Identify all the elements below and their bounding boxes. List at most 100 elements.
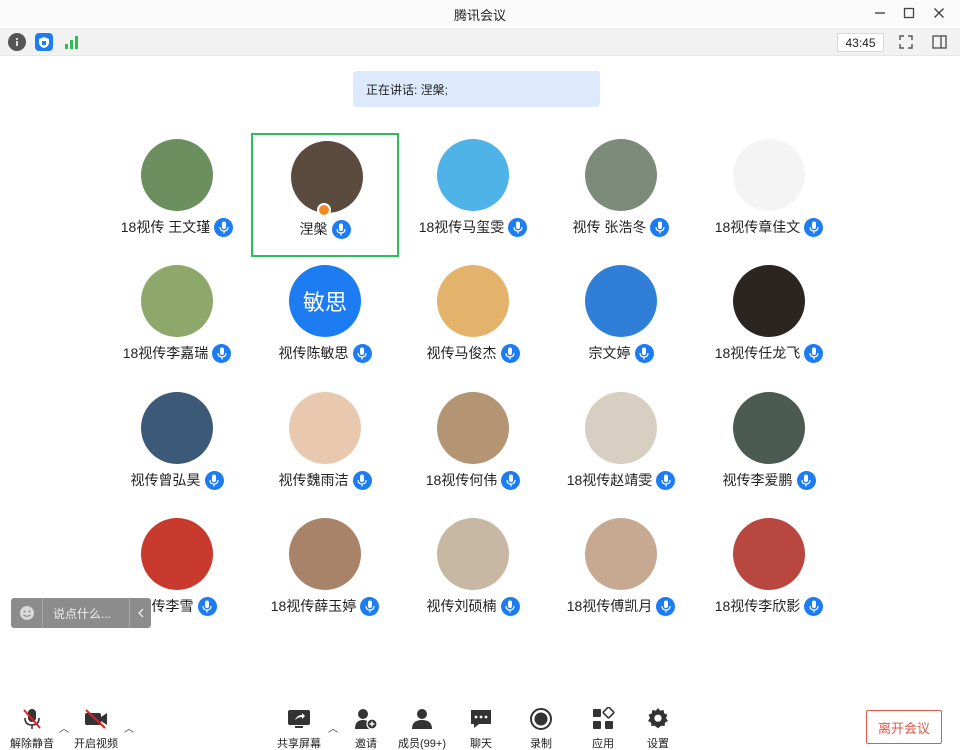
avatar xyxy=(141,265,213,337)
mic-icon xyxy=(500,596,520,616)
participant-name-row: 18视传任龙飞 xyxy=(685,343,853,363)
mic-icon xyxy=(804,596,824,616)
participant-tile[interactable]: 18视传何伟 xyxy=(399,386,547,510)
participant-name-row: 18视传李欣影 xyxy=(685,596,853,616)
participant-tile[interactable]: 涅槃 xyxy=(251,133,399,257)
bottom-toolbar: 解除静音 ︿ 开启视频 ︿ 共享屏幕 ︿ 邀请 成员(99+) 聊天 录制 应用… xyxy=(0,700,960,750)
participant-tile[interactable]: 宗文婷 xyxy=(547,259,695,383)
unmute-button[interactable]: 解除静音 xyxy=(0,707,64,750)
start-video-button[interactable]: 开启视频 xyxy=(64,707,128,750)
participant-tile[interactable]: 18视传李嘉瑞 xyxy=(103,259,251,383)
settings-label: 设置 xyxy=(647,738,669,750)
avatar xyxy=(585,265,657,337)
meeting-timer: 43:45 xyxy=(837,33,884,52)
mic-icon xyxy=(804,343,824,363)
mic-icon xyxy=(331,219,351,239)
signal-bars-icon[interactable] xyxy=(63,33,81,51)
avatar xyxy=(733,518,805,590)
participant-tile[interactable]: 18视传 王文瑾 xyxy=(103,133,251,257)
members-icon xyxy=(409,707,435,731)
participant-name: 视传魏雨洁 xyxy=(278,472,349,488)
members-button[interactable]: 成员(99+) xyxy=(390,707,454,750)
mic-icon xyxy=(804,217,824,237)
participant-tile[interactable]: 18视传章佳文 xyxy=(695,133,843,257)
participant-name-row: 视传魏雨洁 xyxy=(241,470,409,490)
camera-off-icon xyxy=(83,707,109,731)
avatar xyxy=(733,392,805,464)
participant-name: 18视传李嘉瑞 xyxy=(122,345,209,361)
invite-label: 邀请 xyxy=(355,738,377,750)
avatar xyxy=(585,518,657,590)
participant-tile[interactable]: 18视传傅凯月 xyxy=(547,512,695,636)
chat-quick-input[interactable]: 说点什么... xyxy=(11,598,151,628)
chat-bubble-icon xyxy=(468,707,494,731)
emoji-icon[interactable] xyxy=(11,598,43,628)
participant-tile[interactable]: 视传刘硕楠 xyxy=(399,512,547,636)
participant-name: 视传曾弘昊 xyxy=(130,472,201,488)
participant-name-row: 视传陈敏思 xyxy=(241,343,409,363)
mic-icon xyxy=(634,343,654,363)
unmute-label: 解除静音 xyxy=(10,738,54,750)
participant-name-row: 视传曾弘昊 xyxy=(93,470,261,490)
participant-name-row: 视传刘硕楠 xyxy=(389,596,557,616)
chevron-left-icon[interactable] xyxy=(129,598,151,628)
participant-tile[interactable]: 视传李爱鹏 xyxy=(695,386,843,510)
avatar xyxy=(437,392,509,464)
avatar xyxy=(141,392,213,464)
info-icon[interactable] xyxy=(8,33,26,51)
record-button[interactable]: 录制 xyxy=(509,707,573,750)
share-screen-label: 共享屏幕 xyxy=(277,738,321,750)
avatar: 敏思 xyxy=(289,265,361,337)
participant-tile[interactable]: 18视传李欣影 xyxy=(695,512,843,636)
mic-icon xyxy=(656,470,676,490)
participant-name: 18视传何伟 xyxy=(425,472,498,488)
maximize-icon[interactable] xyxy=(898,3,920,23)
participant-tile[interactable]: 18视传赵靖雯 xyxy=(547,386,695,510)
share-screen-icon xyxy=(286,707,312,731)
shield-icon[interactable] xyxy=(35,33,53,51)
minimize-icon[interactable] xyxy=(869,3,891,23)
avatar xyxy=(733,265,805,337)
avatar xyxy=(585,139,657,211)
participant-name: 涅槃 xyxy=(299,221,328,237)
members-label: 成员(99+) xyxy=(398,738,446,750)
participant-name-row: 18视传赵靖雯 xyxy=(537,470,705,490)
mic-icon xyxy=(501,470,521,490)
participant-tile[interactable]: 18视传马玺雯 xyxy=(399,133,547,257)
participant-tile[interactable]: 敏思视传陈敏思 xyxy=(251,259,399,383)
settings-button[interactable]: 设置 xyxy=(626,707,690,750)
leave-meeting-button[interactable]: 离开会议 xyxy=(866,710,942,744)
host-badge-icon xyxy=(317,203,331,217)
share-screen-button[interactable]: 共享屏幕 xyxy=(267,707,331,750)
avatar xyxy=(437,518,509,590)
participant-name: 18视传傅凯月 xyxy=(566,598,653,614)
close-icon[interactable] xyxy=(928,3,950,23)
mic-icon xyxy=(360,596,380,616)
participant-name-row: 宗文婷 xyxy=(537,343,705,363)
invite-button[interactable]: 邀请 xyxy=(334,707,398,750)
chat-label: 聊天 xyxy=(470,738,492,750)
participant-tile[interactable]: 18视传薛玉婷 xyxy=(251,512,399,636)
participant-name-row: 18视传马玺雯 xyxy=(389,217,557,237)
participant-name: 视传陈敏思 xyxy=(278,345,349,361)
video-options-caret[interactable]: ︿ xyxy=(124,720,134,735)
participant-name: 18视传章佳文 xyxy=(714,219,801,235)
chat-placeholder[interactable]: 说点什么... xyxy=(43,605,129,622)
participant-tile[interactable]: 视传马俊杰 xyxy=(399,259,547,383)
participant-name-row: 18视传傅凯月 xyxy=(537,596,705,616)
mic-icon xyxy=(212,343,232,363)
participant-tile[interactable]: 18视传任龙飞 xyxy=(695,259,843,383)
record-label: 录制 xyxy=(530,738,552,750)
participant-tile[interactable]: 视传 张浩冬 xyxy=(547,133,695,257)
participant-name: 18视传薛玉婷 xyxy=(270,598,357,614)
avatar xyxy=(291,141,363,213)
participant-tile[interactable]: 视传曾弘昊 xyxy=(103,386,251,510)
chat-button[interactable]: 聊天 xyxy=(449,707,513,750)
participant-name-row: 视传马俊杰 xyxy=(389,343,557,363)
fullscreen-icon[interactable] xyxy=(897,33,915,51)
sidebar-layout-icon[interactable] xyxy=(930,33,948,51)
participant-tile[interactable]: 视传魏雨洁 xyxy=(251,386,399,510)
start-video-label: 开启视频 xyxy=(74,738,118,750)
participant-name: 视传 张浩冬 xyxy=(572,219,647,235)
mic-icon xyxy=(352,470,372,490)
